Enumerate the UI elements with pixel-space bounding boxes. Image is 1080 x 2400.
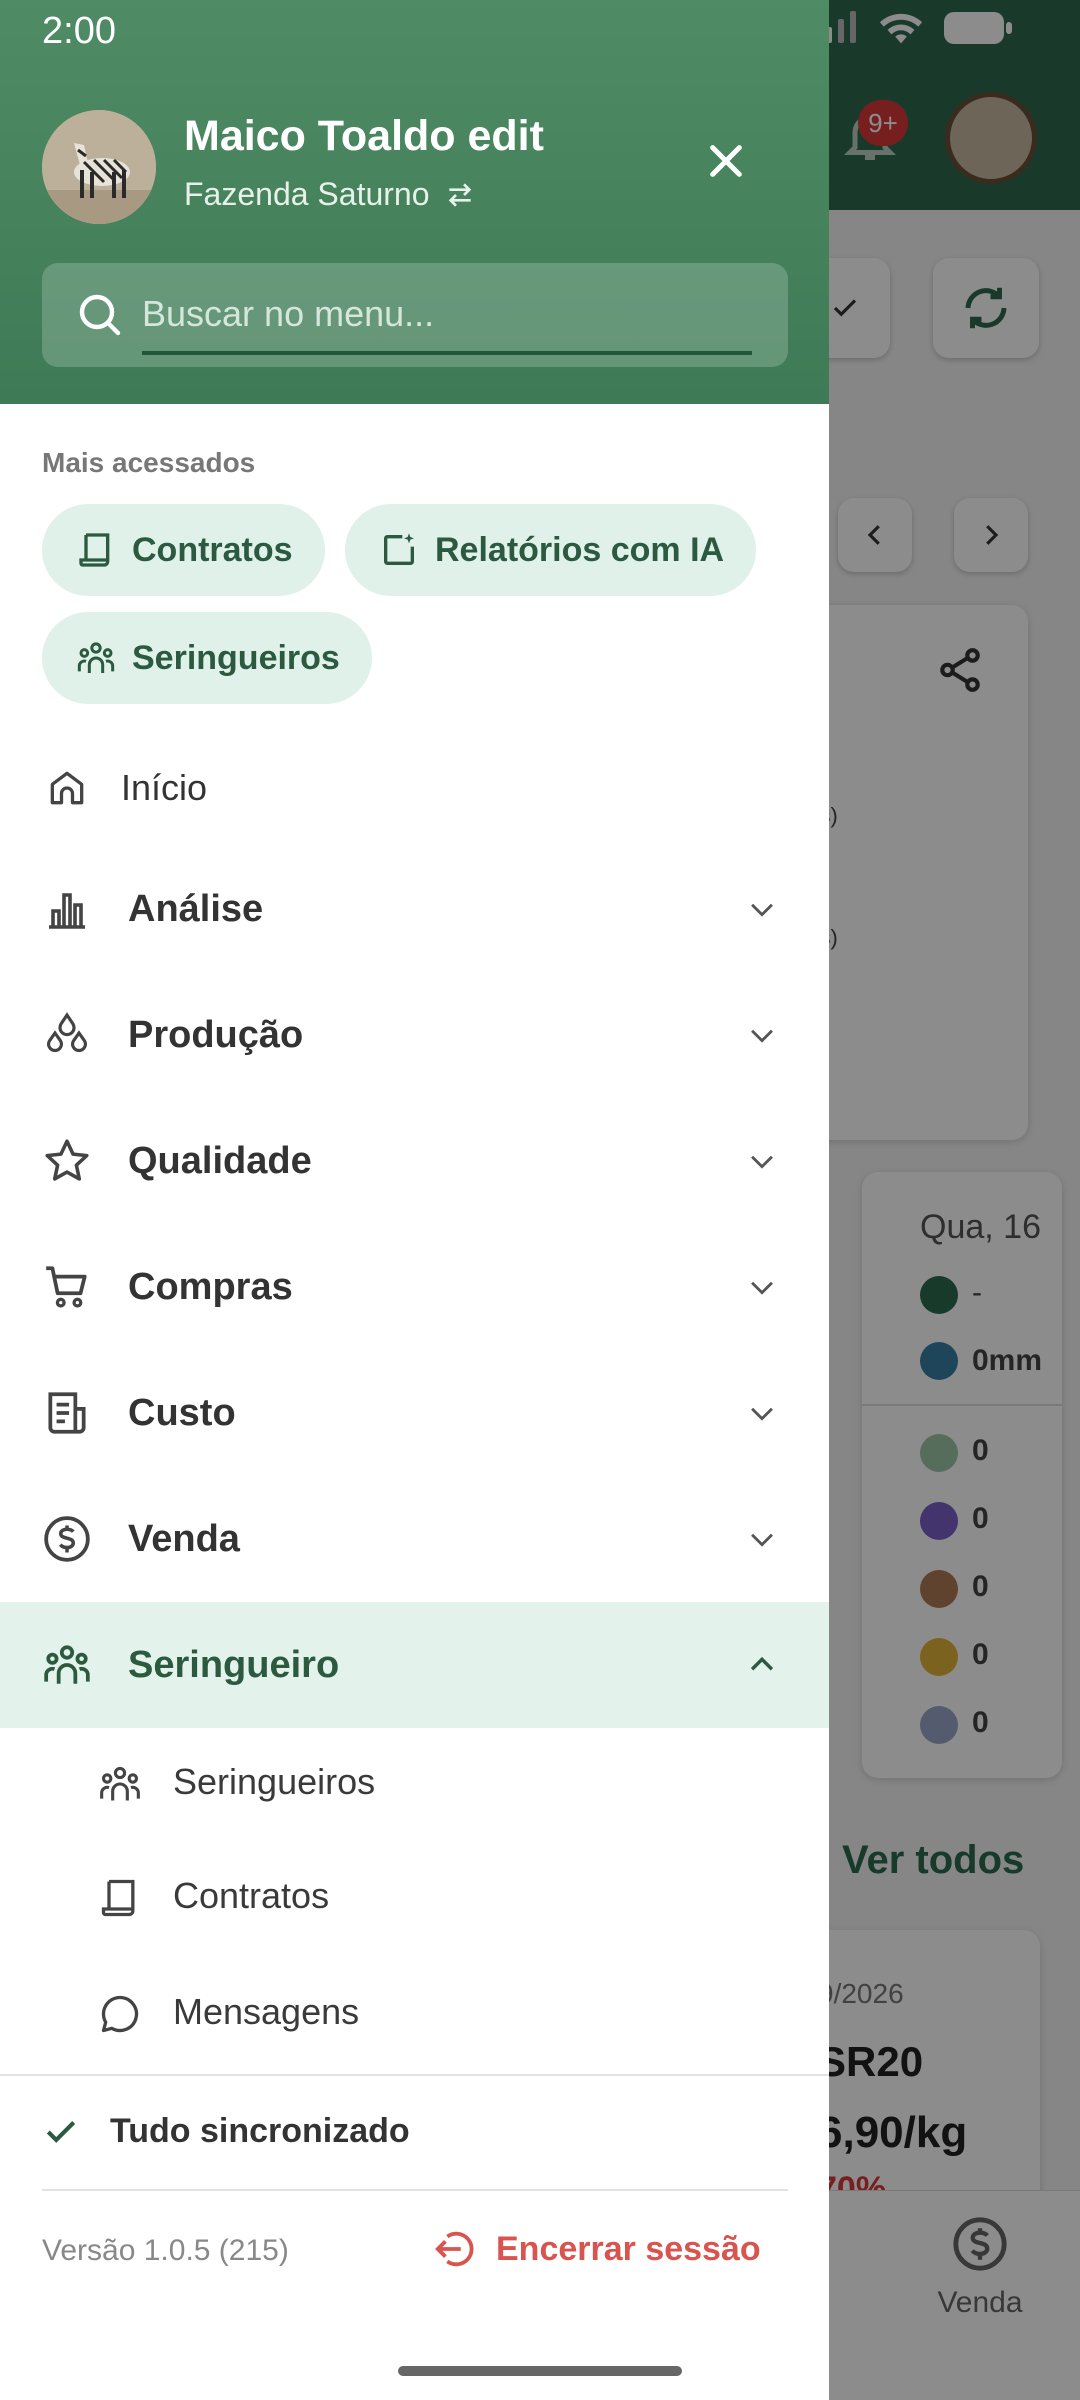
logout-label: Encerrar sessão: [496, 2229, 761, 2268]
home-icon: [42, 763, 92, 813]
chevron-down-icon: [742, 1015, 782, 1055]
receipt-icon: [42, 1388, 92, 1438]
footer-divider: [42, 2189, 788, 2191]
close-icon: [710, 145, 742, 177]
menu-item-seringueiro[interactable]: Seringueiro: [0, 1602, 829, 1728]
navigation-drawer: 2:00 Maico Toaldo edit Fazenda Saturno M…: [0, 0, 829, 2400]
people-icon: [77, 642, 115, 673]
chevron-down-icon: [742, 889, 782, 929]
search-icon: [79, 294, 121, 336]
people-icon: [42, 1640, 92, 1690]
sync-label: Tudo sincronizado: [110, 2112, 410, 2150]
chip-label: Contratos: [132, 530, 293, 569]
close-drawer-button[interactable]: [700, 135, 752, 187]
submenu-item-seringueiros[interactable]: Seringueiros: [0, 1729, 829, 1843]
menu-label: Qualidade: [128, 1139, 312, 1182]
chip-contratos[interactable]: Contratos: [42, 504, 325, 596]
chip-label: Seringueiros: [132, 638, 340, 677]
chevron-down-icon: [742, 1141, 782, 1181]
submenu-label: Seringueiros: [173, 1761, 376, 1802]
submenu-item-contratos[interactable]: Contratos: [0, 1843, 829, 1957]
footer-divider: [0, 2074, 829, 2076]
menu-item-compras[interactable]: Compras: [0, 1224, 829, 1350]
submenu-item-mensagens[interactable]: Mensagens: [0, 1959, 829, 2073]
chevron-down-icon: [742, 1267, 782, 1307]
chat-icon: [96, 1990, 144, 2038]
check-icon: [46, 2120, 76, 2143]
menu-label: Venda: [128, 1517, 240, 1560]
submenu-label: Contratos: [173, 1875, 330, 1916]
ai-report-icon: [384, 533, 414, 565]
chip-relatorios-ia[interactable]: Relatórios com IA: [345, 504, 757, 596]
people-icon: [96, 1760, 144, 1808]
sync-status: Tudo sincronizado: [42, 2112, 410, 2151]
chip-seringueiros[interactable]: Seringueiros: [42, 612, 372, 704]
menu-label: Seringueiro: [128, 1643, 340, 1686]
bar-chart-icon: [42, 884, 92, 934]
logout-icon: [435, 2231, 474, 2267]
dollar-circle-icon: [42, 1514, 92, 1564]
user-name: Maico Toaldo edit: [184, 112, 544, 160]
profile-avatar[interactable]: [42, 110, 156, 224]
menu-item-venda[interactable]: Venda: [0, 1476, 829, 1602]
most-accessed-label: Mais acessados: [42, 447, 256, 478]
menu-item-qualidade[interactable]: Qualidade: [0, 1098, 829, 1224]
cart-icon: [42, 1262, 92, 1312]
menu-item-analise[interactable]: Análise: [0, 846, 829, 972]
menu-item-custo[interactable]: Custo: [0, 1350, 829, 1476]
star-icon: [42, 1136, 92, 1186]
chevron-down-icon: [742, 1519, 782, 1559]
farm-name: Fazenda Saturno: [184, 176, 430, 212]
menu-item-producao[interactable]: Produção: [0, 972, 829, 1098]
menu-item-inicio[interactable]: Início: [0, 725, 829, 851]
menu-label: Análise: [128, 887, 264, 930]
drops-icon: [42, 1010, 92, 1060]
app-version: Versão 1.0.5 (215): [42, 2234, 289, 2267]
farm-switcher[interactable]: Fazenda Saturno: [184, 176, 476, 213]
chevron-up-icon: [742, 1645, 782, 1685]
home-indicator[interactable]: [398, 2366, 682, 2376]
menu-label: Início: [121, 767, 208, 808]
menu-label: Compras: [128, 1265, 293, 1308]
swap-arrows-icon: [448, 182, 471, 207]
chip-label: Relatórios com IA: [435, 530, 725, 569]
menu-search-input[interactable]: [142, 277, 752, 355]
contract-icon: [96, 1874, 144, 1922]
menu-search-box: [42, 263, 788, 367]
menu-label: Produção: [128, 1013, 304, 1056]
zebra-avatar-icon: [42, 110, 156, 224]
logout-button[interactable]: Encerrar sessão: [432, 2226, 761, 2272]
contract-icon: [79, 533, 110, 567]
drawer-header: 2:00 Maico Toaldo edit Fazenda Saturno: [0, 0, 829, 404]
submenu-label: Mensagens: [173, 1991, 360, 2032]
chevron-down-icon: [742, 1393, 782, 1433]
menu-label: Custo: [128, 1391, 236, 1434]
status-time: 2:00: [42, 10, 116, 52]
